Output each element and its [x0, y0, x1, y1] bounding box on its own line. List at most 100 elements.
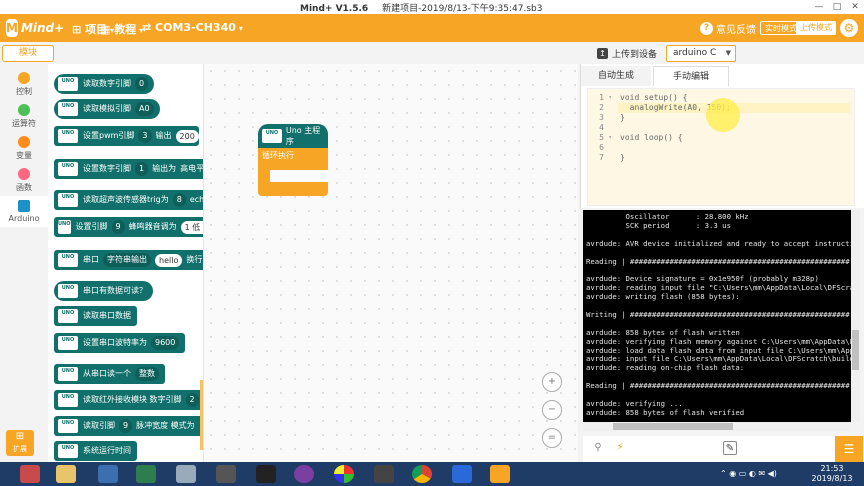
console-horizontal-scrollbar[interactable]: [583, 422, 851, 431]
pin-dropdown[interactable]: 2: [185, 393, 199, 407]
pwm-value-input[interactable]: 200: [175, 129, 199, 143]
menu-tutorial[interactable]: ▦ 教程 ▾: [100, 21, 143, 37]
clock-date: 2019/8/13: [811, 474, 853, 483]
taskbar-app-icon[interactable]: [294, 465, 314, 483]
line-number: 1 ▾: [588, 93, 618, 103]
maximize-button[interactable]: □: [828, 0, 846, 14]
category-arduino[interactable]: Arduino: [0, 196, 48, 227]
pin-dropdown[interactable]: 0: [135, 77, 149, 91]
pin-dropdown[interactable]: 3: [138, 129, 152, 143]
console-vertical-scrollbar[interactable]: [851, 210, 860, 422]
category-functions[interactable]: 函数: [0, 168, 48, 193]
upload-mode-button[interactable]: 上传模式: [796, 21, 836, 35]
block-read-pulse-width[interactable]: UNO 读取引脚 9 脉冲宽度 模式为: [54, 416, 203, 436]
block-read-ultrasonic[interactable]: UNO 读取超声波传感器trig为 8 ech: [54, 190, 203, 210]
taskbar-app-icon[interactable]: [334, 465, 354, 483]
minimize-button[interactable]: —: [810, 0, 828, 14]
block-serial-available[interactable]: UNO 串口有数据可读？: [54, 281, 153, 301]
device-select[interactable]: arduino C ▼: [666, 45, 736, 62]
block-read-digital-pin[interactable]: UNO 读取数字引脚 0: [54, 74, 155, 94]
windows-taskbar: ⌃ ◉ ▭ ◐ ✉ ◀) 21:53 2019/8/13: [0, 462, 864, 486]
menu-lines-icon[interactable]: ☰: [835, 436, 863, 462]
tone-input[interactable]: 1 低 C: [180, 220, 203, 234]
logo-mark-icon: M: [6, 19, 18, 37]
block-read-ir-receiver[interactable]: UNO 读取红外接收模块 数字引脚 2: [54, 390, 203, 410]
pin-dropdown[interactable]: 9: [119, 419, 133, 433]
uno-main-program-block[interactable]: UNO Uno 主程序: [258, 124, 328, 148]
fold-arrow-icon[interactable]: ▾: [608, 133, 612, 143]
serial-mode-dropdown[interactable]: 字符串输出: [103, 253, 151, 267]
mindplus-taskbar-icon[interactable]: [490, 465, 510, 483]
level-dropdown[interactable]: 高电平: [180, 159, 203, 179]
category-operators[interactable]: 运算符: [0, 104, 48, 129]
code-line[interactable]: void loop() {: [620, 133, 683, 143]
code-line[interactable]: void setup() {: [620, 93, 687, 103]
block-read-serial[interactable]: UNO 读取串口数据: [54, 306, 137, 326]
zoom-in-icon[interactable]: +: [542, 372, 562, 392]
baud-dropdown[interactable]: 9600: [151, 336, 180, 350]
zoom-out-icon[interactable]: −: [542, 400, 562, 420]
chrome-icon[interactable]: [412, 465, 432, 483]
block-set-pwm-pin[interactable]: UNO 设置pwm引脚 3 输出 200: [54, 126, 199, 146]
category-variables[interactable]: 变量: [0, 136, 48, 161]
taskbar-app-icon[interactable]: [176, 465, 196, 483]
loop-forever-block[interactable]: 循环执行: [258, 148, 328, 170]
category-label: 变量: [16, 151, 32, 160]
scrollbar-thumb[interactable]: [613, 423, 733, 430]
tab-auto-generate[interactable]: 自动生成: [581, 66, 651, 86]
line-num: 1: [599, 93, 604, 102]
pin-dropdown[interactable]: 1: [135, 162, 149, 176]
serial-console-output[interactable]: Oscillator : 28.800 kHz SCK period : 3.3…: [583, 210, 851, 422]
tray-icons[interactable]: ⌃ ◉ ▭ ◐ ✉ ◀): [720, 469, 777, 478]
block-read-analog-pin[interactable]: UNO 读取模拟引脚 A0: [54, 99, 160, 119]
code-line[interactable]: }: [620, 153, 625, 163]
settings-plug-icon[interactable]: ⚡: [613, 441, 627, 455]
menu-tutorial-label: 教程: [114, 23, 137, 36]
clock-time: 21:53: [820, 464, 844, 473]
console-line: avrdude: AVR device initialized and read…: [586, 238, 851, 248]
block-serial-output[interactable]: UNO 串口 字符串输出 hello 换行: [54, 250, 203, 270]
gear-icon[interactable]: ⚙: [840, 19, 858, 37]
category-control[interactable]: 控制: [0, 72, 48, 97]
close-window-button[interactable]: ✕: [846, 0, 864, 14]
line-number: 6: [588, 143, 618, 153]
pin-dropdown[interactable]: A0: [135, 102, 154, 116]
chevron-down-icon: ▼: [725, 49, 731, 57]
window-titlebar: Mind+ V1.5.6 新建项目-2019/8/13-下午9:35:47.sb3…: [0, 0, 864, 14]
extensions-button[interactable]: ⊞ 扩展: [6, 430, 34, 456]
upload-to-device-button[interactable]: ↥ 上传到设备: [597, 47, 657, 60]
taskbar-app-icon[interactable]: [136, 465, 156, 483]
usb-icon[interactable]: ⚲: [591, 441, 605, 455]
serial-text-input[interactable]: hello: [155, 253, 183, 267]
pin-dropdown[interactable]: 9: [111, 220, 125, 234]
taskbar-app-icon[interactable]: [20, 465, 40, 483]
clear-console-icon[interactable]: ✎: [723, 441, 737, 455]
script-workspace[interactable]: UNO Uno 主程序 循环执行 + − =: [204, 64, 578, 462]
code-line[interactable]: }: [620, 113, 625, 123]
file-explorer-icon[interactable]: [56, 465, 76, 483]
taskbar-app-icon[interactable]: [216, 465, 236, 483]
taskbar-app-icon[interactable]: [452, 465, 472, 483]
feedback-button[interactable]: ? 意见反馈: [700, 21, 756, 36]
taskbar-app-icon[interactable]: [98, 465, 118, 483]
block-label: 设置pwm引脚: [83, 131, 135, 140]
scrollbar-thumb[interactable]: [852, 330, 859, 370]
taskbar-app-icon[interactable]: [256, 465, 276, 483]
block-set-digital-pin[interactable]: UNO 设置数字引脚 1 输出为 高电平: [54, 159, 203, 179]
fold-arrow-icon[interactable]: ▾: [608, 93, 612, 103]
zoom-reset-icon[interactable]: =: [542, 428, 562, 448]
tab-manual-edit[interactable]: 手动编辑: [653, 66, 729, 86]
block-label: 读取数字引脚: [83, 79, 131, 88]
taskbar-app-icon[interactable]: [374, 465, 394, 483]
modules-button[interactable]: 模块: [2, 45, 54, 62]
menu-port[interactable]: ⇄ COM3-CH340 ▾: [142, 21, 243, 34]
category-dot: [18, 168, 30, 180]
block-set-baud-rate[interactable]: UNO 设置串口波特率为 9600: [54, 333, 186, 353]
type-dropdown[interactable]: 整数: [135, 367, 159, 381]
system-clock[interactable]: 21:53 2019/8/13: [808, 464, 856, 484]
trig-dropdown[interactable]: 8: [172, 193, 186, 207]
palette-scrollbar[interactable]: [200, 380, 203, 450]
block-set-buzzer[interactable]: UNO 设置引脚 9 蜂鸣器音调为 1 低 C: [54, 217, 203, 237]
block-serial-read-one[interactable]: UNO 从串口读一个 整数: [54, 364, 165, 384]
block-system-runtime[interactable]: UNO 系统运行时间: [54, 441, 137, 461]
